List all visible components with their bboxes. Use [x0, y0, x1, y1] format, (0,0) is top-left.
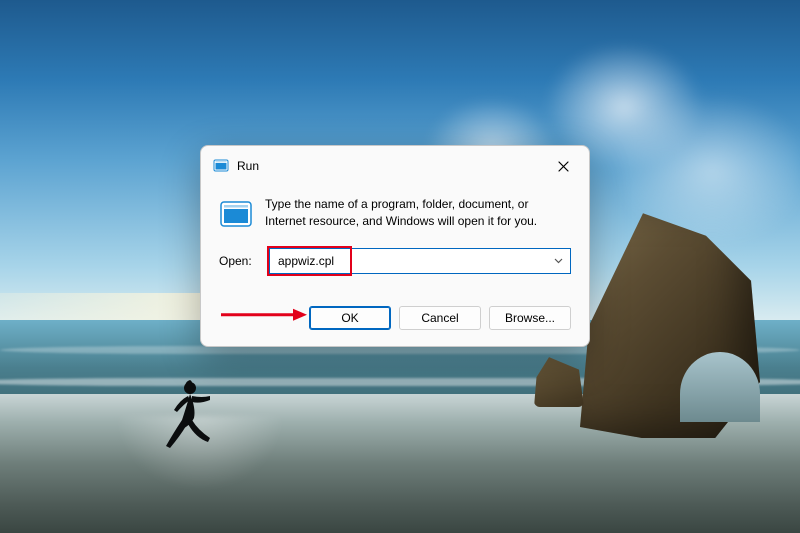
- chevron-down-icon: [554, 258, 563, 264]
- run-icon: [213, 158, 229, 174]
- open-label: Open:: [219, 254, 259, 268]
- titlebar[interactable]: Run: [201, 146, 589, 182]
- cancel-button[interactable]: Cancel: [399, 306, 481, 330]
- dialog-title: Run: [237, 159, 549, 173]
- close-icon: [558, 161, 569, 172]
- close-button[interactable]: [549, 154, 577, 178]
- dropdown-button[interactable]: [546, 258, 570, 264]
- ok-button[interactable]: OK: [309, 306, 391, 330]
- run-large-icon: [219, 198, 253, 232]
- open-combobox[interactable]: [269, 248, 571, 274]
- run-dialog: Run Type the name of a program, folder, …: [200, 145, 590, 347]
- browse-button[interactable]: Browse...: [489, 306, 571, 330]
- open-input[interactable]: [270, 254, 546, 268]
- annotation-arrow: [219, 306, 309, 324]
- dialog-description: Type the name of a program, folder, docu…: [265, 196, 571, 232]
